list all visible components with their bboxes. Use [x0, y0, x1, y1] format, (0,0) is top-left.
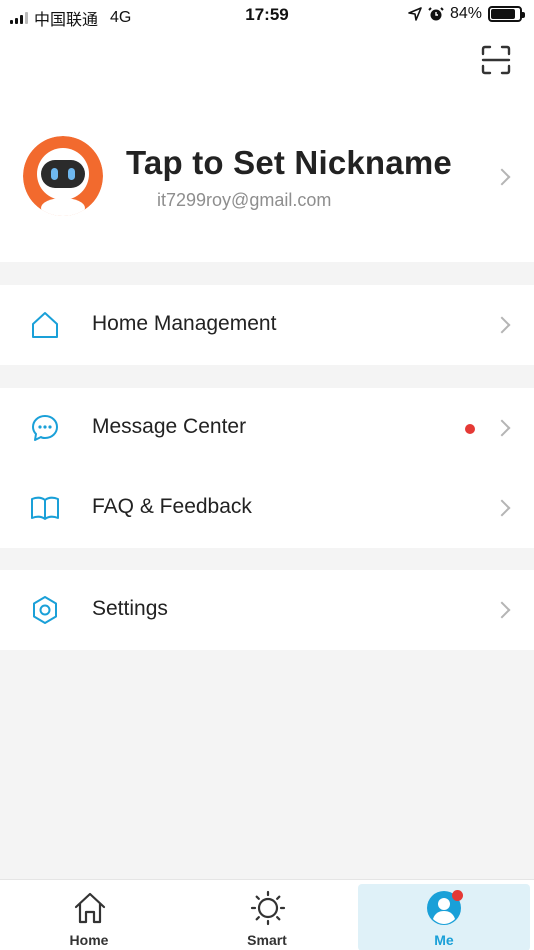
- status-right: 84%: [408, 5, 525, 23]
- card-home: Home Management: [0, 285, 534, 365]
- home-icon: [74, 892, 106, 924]
- chevron-right-icon: [493, 168, 511, 186]
- menu-item-message-center[interactable]: Message Center: [0, 388, 534, 468]
- message-bubble-icon: [32, 415, 58, 441]
- alarm-icon: [428, 7, 444, 21]
- menu-label: Settings: [92, 597, 168, 620]
- nickname-label[interactable]: Tap to Set Nickname: [126, 144, 452, 182]
- bottom-tab-bar: Home Smart Me: [0, 879, 534, 950]
- menu-item-home-management[interactable]: Home Management: [0, 285, 534, 365]
- sun-icon: [250, 890, 286, 926]
- menu-label: FAQ & Feedback: [92, 495, 252, 518]
- battery-fill: [491, 9, 515, 19]
- location-icon: [408, 7, 422, 21]
- chevron-right-icon: [493, 316, 511, 334]
- tab-label: Home: [69, 932, 109, 948]
- card-messages: Message Center FAQ & Feedback: [0, 388, 534, 548]
- tab-notification-badge: [452, 890, 463, 901]
- tab-label: Smart: [247, 932, 287, 948]
- tab-me[interactable]: Me: [358, 884, 530, 950]
- battery-percent: 84%: [449, 5, 482, 22]
- settings-hexagon-icon: [33, 596, 57, 624]
- scan-icon[interactable]: [480, 44, 512, 76]
- menu-label: Home Management: [92, 312, 277, 335]
- avatar[interactable]: [23, 136, 103, 216]
- profile-header[interactable]: Tap to Set Nickname it7299roy@gmail.com: [0, 30, 534, 262]
- menu-item-faq-feedback[interactable]: FAQ & Feedback: [0, 468, 534, 548]
- menu-item-settings[interactable]: Settings: [0, 570, 534, 650]
- tab-home[interactable]: Home: [0, 880, 178, 950]
- battery-icon: [488, 6, 525, 22]
- chevron-right-icon: [493, 419, 511, 437]
- menu-label: Message Center: [92, 415, 247, 438]
- house-icon: [32, 312, 58, 338]
- email-label: it7299roy@gmail.com: [157, 190, 332, 210]
- unread-badge: [465, 424, 475, 434]
- tab-smart[interactable]: Smart: [178, 880, 356, 950]
- chevron-right-icon: [493, 499, 511, 517]
- book-icon: [31, 496, 59, 520]
- status-bar: 中国联通 4G 17:59 84%: [0, 0, 534, 30]
- chevron-right-icon: [493, 601, 511, 619]
- card-settings: Settings: [0, 570, 534, 650]
- tab-label: Me: [434, 932, 454, 948]
